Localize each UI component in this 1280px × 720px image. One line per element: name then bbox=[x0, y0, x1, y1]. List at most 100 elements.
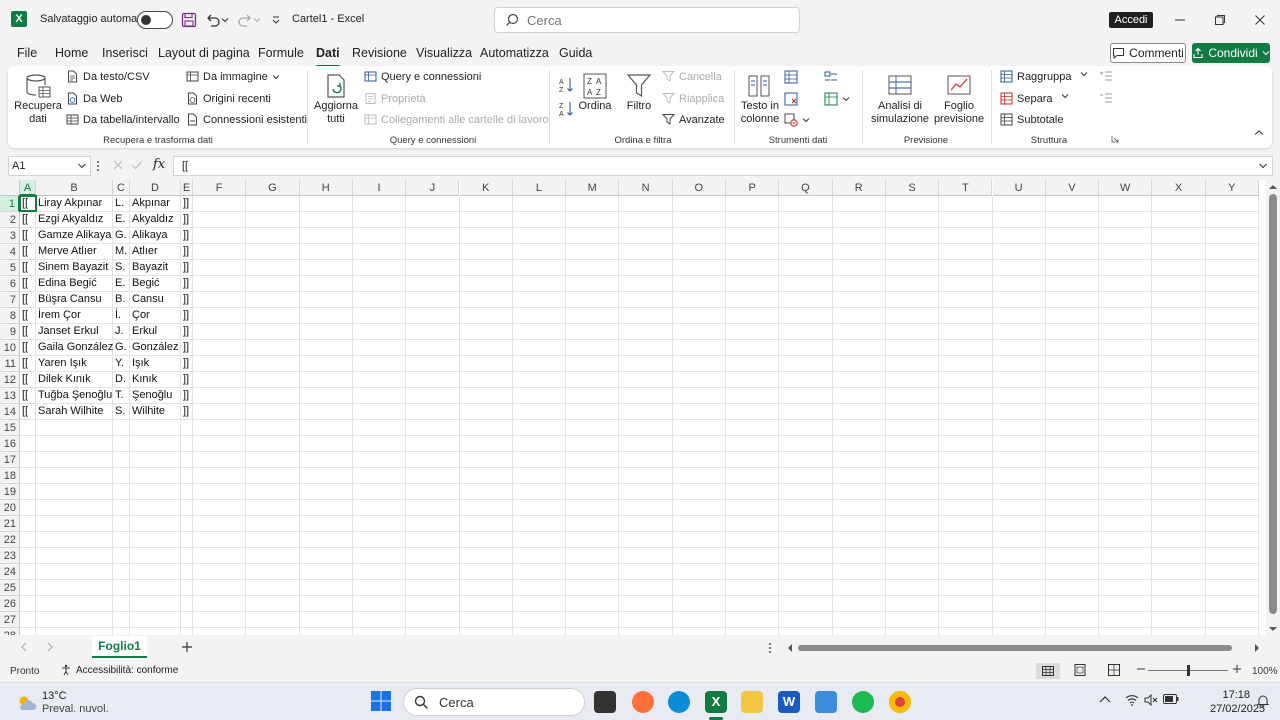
cell-d1[interactable]: Akpınar bbox=[130, 196, 181, 212]
scroll-left-button[interactable] bbox=[786, 643, 794, 653]
existing-connections-button[interactable]: Connessioni esistenti bbox=[186, 113, 307, 126]
zoom-level[interactable]: 100% bbox=[1252, 666, 1278, 677]
normal-view-button[interactable] bbox=[1036, 663, 1060, 679]
firefox-icon[interactable] bbox=[632, 691, 654, 713]
row-header-20[interactable]: 20 bbox=[0, 500, 20, 516]
cell-d9[interactable]: Erkul bbox=[130, 324, 181, 340]
cell-a6[interactable]: [[ bbox=[20, 276, 36, 292]
cell-e14[interactable]: ]] bbox=[181, 404, 211, 420]
cell-b11[interactable]: Yaren Işık bbox=[36, 356, 113, 372]
vertical-scroll-thumb[interactable] bbox=[1269, 194, 1277, 614]
cell-d14[interactable]: Wilhite bbox=[130, 404, 181, 420]
row-header-26[interactable]: 26 bbox=[0, 596, 20, 612]
cell-c4[interactable]: M. bbox=[113, 244, 130, 260]
row-header-2[interactable]: 2 bbox=[0, 212, 20, 228]
cell-b9[interactable]: Janset Erkul bbox=[36, 324, 113, 340]
workbook-links-button[interactable]: Collegamenti alle cartelle di lavoro bbox=[364, 113, 549, 126]
cell-d10[interactable]: González bbox=[130, 340, 181, 356]
cell-c14[interactable]: S. bbox=[113, 404, 130, 420]
cell-a10[interactable]: [[ bbox=[20, 340, 36, 356]
cell-b2[interactable]: Ezgi Akyaldız bbox=[36, 212, 113, 228]
name-box[interactable]: A1 bbox=[8, 156, 91, 176]
clear-filter-button[interactable]: Cancella bbox=[662, 70, 722, 83]
refresh-all-button[interactable]: Aggiorna tutti bbox=[314, 72, 358, 126]
ungroup-dropdown[interactable] bbox=[1061, 92, 1069, 100]
cell-e12[interactable]: ]] bbox=[181, 372, 211, 388]
page-layout-view-button[interactable] bbox=[1074, 664, 1086, 676]
row-header-18[interactable]: 18 bbox=[0, 468, 20, 484]
group-dropdown[interactable] bbox=[1080, 70, 1088, 78]
show-hidden-icons-button[interactable] bbox=[1099, 695, 1111, 705]
cell-b3[interactable]: Gamze Alikaya bbox=[36, 228, 113, 244]
cell-a5[interactable]: [[ bbox=[20, 260, 36, 276]
redo-button[interactable] bbox=[237, 11, 261, 29]
row-header-27[interactable]: 27 bbox=[0, 612, 20, 628]
row-header-21[interactable]: 21 bbox=[0, 516, 20, 532]
column-header-c[interactable]: C bbox=[113, 180, 130, 196]
notifications-button[interactable] bbox=[1257, 694, 1269, 707]
reapply-button[interactable]: Riapplica bbox=[662, 92, 724, 105]
tab-help[interactable]: Guida bbox=[559, 46, 592, 60]
row-header-13[interactable]: 13 bbox=[0, 388, 20, 404]
cell-e5[interactable]: ]] bbox=[181, 260, 211, 276]
tab-insert[interactable]: Inserisci bbox=[102, 46, 148, 60]
prev-sheet-button[interactable] bbox=[20, 642, 28, 652]
word-taskbar-icon[interactable]: W bbox=[778, 691, 800, 713]
task-view-icon[interactable] bbox=[594, 691, 616, 713]
excel-taskbar-icon[interactable]: X bbox=[705, 691, 727, 713]
column-header-y[interactable]: Y bbox=[1205, 180, 1259, 196]
row-header-25[interactable]: 25 bbox=[0, 580, 20, 596]
sheet-tab-foglio1[interactable]: Foglio1 bbox=[92, 636, 147, 658]
queries-connections-button[interactable]: Query e connessioni bbox=[364, 70, 481, 83]
column-header-h[interactable]: H bbox=[299, 180, 353, 196]
data-validation-button[interactable] bbox=[784, 113, 810, 127]
row-header-6[interactable]: 6 bbox=[0, 276, 20, 292]
sort-za-button[interactable]: ZA bbox=[558, 100, 574, 118]
edge-icon[interactable] bbox=[668, 691, 690, 713]
cell-c7[interactable]: B. bbox=[113, 292, 130, 308]
tab-review[interactable]: Revisione bbox=[352, 46, 407, 60]
cell-e1[interactable]: ]] bbox=[181, 196, 211, 212]
volume-status[interactable] bbox=[1144, 694, 1158, 706]
recent-sources-button[interactable]: Origini recenti bbox=[186, 92, 271, 105]
row-header-9[interactable]: 9 bbox=[0, 324, 20, 340]
cell-a11[interactable]: [[ bbox=[20, 356, 36, 372]
cell-d11[interactable]: Işık bbox=[130, 356, 181, 372]
tab-home[interactable]: Home bbox=[55, 46, 88, 60]
advanced-filter-button[interactable]: Avanzate bbox=[662, 113, 725, 126]
cell-b8[interactable]: İrem Çor bbox=[36, 308, 113, 324]
sort-button[interactable]: ZAAZ Ordina bbox=[578, 72, 612, 113]
row-header-4[interactable]: 4 bbox=[0, 244, 20, 260]
cell-e3[interactable]: ]] bbox=[181, 228, 211, 244]
column-header-u[interactable]: U bbox=[992, 180, 1046, 196]
cell-a7[interactable]: [[ bbox=[20, 292, 36, 308]
row-header-28[interactable]: 28 bbox=[0, 628, 20, 635]
column-header-q[interactable]: Q bbox=[779, 180, 833, 196]
customize-qat-button[interactable] bbox=[271, 11, 281, 29]
column-header-v[interactable]: V bbox=[1045, 180, 1100, 196]
confirm-entry-button[interactable] bbox=[131, 159, 143, 171]
comments-button[interactable]: Commenti bbox=[1110, 43, 1186, 63]
zoom-in-button[interactable] bbox=[1232, 664, 1242, 674]
row-header-11[interactable]: 11 bbox=[0, 356, 20, 372]
cell-a8[interactable]: [[ bbox=[20, 308, 36, 324]
column-header-d[interactable]: D bbox=[130, 180, 181, 196]
properties-button[interactable]: Proprietà bbox=[364, 92, 426, 105]
filter-button[interactable]: Filtro bbox=[622, 72, 656, 113]
column-header-n[interactable]: N bbox=[619, 180, 673, 196]
cell-c3[interactable]: G. bbox=[113, 228, 130, 244]
formula-bar-options[interactable] bbox=[96, 160, 100, 172]
row-header-3[interactable]: 3 bbox=[0, 228, 20, 244]
minimize-button[interactable] bbox=[1172, 12, 1188, 28]
cell-c11[interactable]: Y. bbox=[113, 356, 130, 372]
cell-a12[interactable]: [[ bbox=[20, 372, 36, 388]
cell-e2[interactable]: ]] bbox=[181, 212, 211, 228]
zoom-slider-thumb[interactable] bbox=[1187, 665, 1190, 676]
row-header-23[interactable]: 23 bbox=[0, 548, 20, 564]
row-header-16[interactable]: 16 bbox=[0, 436, 20, 452]
search-input[interactable] bbox=[527, 12, 767, 28]
row-header-1[interactable]: 1 bbox=[0, 196, 20, 212]
cell-c10[interactable]: G. bbox=[113, 340, 130, 356]
cell-b10[interactable]: Gaila González bbox=[36, 340, 113, 356]
remove-duplicates-button[interactable] bbox=[784, 92, 798, 106]
